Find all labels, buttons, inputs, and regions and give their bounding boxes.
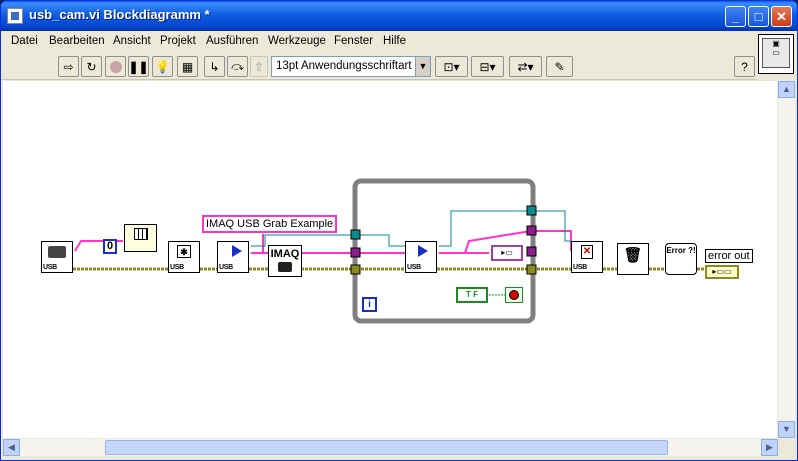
error-out-indicator[interactable]: ▸▭▭ <box>705 265 739 279</box>
menu-bar: Datei Bearbeiten Ansicht Projekt Ausführ… <box>1 31 757 52</box>
window: usb_cam.vi Blockdiagramm * _ □ ✕ Datei B… <box>0 0 798 461</box>
minimize-button[interactable]: _ <box>725 6 746 27</box>
loop-tunnel-image-out <box>526 205 537 216</box>
reorder-icon[interactable]: ⇄▾ <box>509 56 542 77</box>
maximize-button[interactable]: □ <box>748 6 769 27</box>
error-out-label: error out <box>705 249 753 263</box>
menu-ansicht[interactable]: Ansicht <box>113 35 151 47</box>
horizontal-scrollbar[interactable]: ◀ ▶ <box>3 439 778 456</box>
string-constant[interactable]: IMAQ USB Grab Example <box>202 215 338 233</box>
loop-tunnel-string-out <box>526 225 537 236</box>
menu-hilfe[interactable]: Hilfe <box>383 35 406 47</box>
highlight-execution-icon[interactable]: 💡 <box>152 56 173 77</box>
block-diagram-canvas[interactable]: USB 0 ✱ USB USB IMAQ USB Grab Example IM… <box>3 81 777 438</box>
close-button[interactable]: ✕ <box>771 6 792 27</box>
image-display-terminal[interactable]: ▸▭ <box>491 245 523 261</box>
vi-icon-graphic: ▣ ▭ <box>762 38 790 68</box>
window-title: usb_cam.vi Blockdiagramm * <box>29 7 210 22</box>
scrollbar-corner <box>778 439 795 456</box>
menu-bearbeiten[interactable]: Bearbeiten <box>49 35 105 47</box>
run-arrow-icon[interactable]: ⇨ <box>58 56 79 77</box>
run-continuously-icon[interactable]: ↻ <box>81 56 102 77</box>
scroll-right-icon[interactable]: ▶ <box>761 439 778 456</box>
usb-grab-acquire-node[interactable]: USB <box>405 241 437 273</box>
step-out-icon: ⇧ <box>250 56 268 77</box>
true-constant[interactable]: T F <box>456 287 488 303</box>
menu-datei[interactable]: Datei <box>11 35 38 47</box>
distribute-objects-icon[interactable]: ⊟▾ <box>471 56 504 77</box>
menu-fenster[interactable]: Fenster <box>334 35 373 47</box>
font-select-value: 13pt Anwendungsschriftart <box>276 60 412 72</box>
vi-icon[interactable]: ▣ ▭ <box>758 34 794 74</box>
toolbar: ⇨ ↻ ❚❚ 💡 ▦ ↳ ⤼ ⇧ 13pt Anwendungsschrifta… <box>1 53 757 80</box>
scroll-up-icon[interactable]: ▲ <box>778 81 795 98</box>
stop-condition-terminal[interactable] <box>505 287 523 303</box>
app-icon[interactable] <box>7 8 23 24</box>
usb-grab-setup-node[interactable]: USB <box>217 241 249 273</box>
numeric-constant[interactable]: 0 <box>103 239 117 254</box>
vertical-scrollbar[interactable]: ▲ ▼ <box>778 81 795 438</box>
pause-icon[interactable]: ❚❚ <box>128 56 149 77</box>
loop-tunnel-string-out-2 <box>526 246 537 257</box>
index-array-node[interactable] <box>124 224 157 252</box>
retain-wire-values-icon[interactable]: ▦ <box>177 56 198 77</box>
scroll-down-icon[interactable]: ▼ <box>778 421 795 438</box>
loop-tunnel-error-in <box>350 264 361 275</box>
loop-tunnel-image-in <box>350 229 361 240</box>
loop-tunnel-error-out <box>526 264 537 275</box>
font-select[interactable]: 13pt Anwendungsschriftart ▼ <box>271 56 431 77</box>
wire-layer <box>73 178 705 324</box>
error-handler-node[interactable]: Error ?! <box>665 243 697 275</box>
imaq-create-node[interactable]: IMAQ <box>268 245 302 277</box>
step-over-icon[interactable]: ⤼ <box>227 56 248 77</box>
abort-icon[interactable] <box>105 56 126 77</box>
menu-werkzeuge[interactable]: Werkzeuge <box>268 35 326 47</box>
clean-up-diagram-icon[interactable]: ✎ <box>546 56 573 77</box>
usb-close-node[interactable]: ✕ USB <box>571 241 603 273</box>
scroll-left-icon[interactable]: ◀ <box>3 439 20 456</box>
imaq-dispose-node[interactable]: 🗑 <box>617 243 649 275</box>
title-bar[interactable]: usb_cam.vi Blockdiagramm * _ □ ✕ <box>1 1 797 31</box>
chevron-down-icon[interactable]: ▼ <box>415 57 430 76</box>
step-into-icon[interactable]: ↳ <box>204 56 225 77</box>
loop-tunnel-string-in <box>350 247 361 258</box>
menu-ausfuehren[interactable]: Ausführen <box>206 35 258 47</box>
menu-projekt[interactable]: Projekt <box>160 35 196 47</box>
usb-config-node[interactable]: ✱ USB <box>168 241 200 273</box>
usb-open-node[interactable]: USB <box>41 241 73 273</box>
help-button[interactable]: ? <box>734 56 755 77</box>
loop-iteration-terminal[interactable]: i <box>362 297 377 312</box>
align-objects-icon[interactable]: ⊡▾ <box>435 56 468 77</box>
horizontal-scroll-thumb[interactable] <box>105 440 668 455</box>
